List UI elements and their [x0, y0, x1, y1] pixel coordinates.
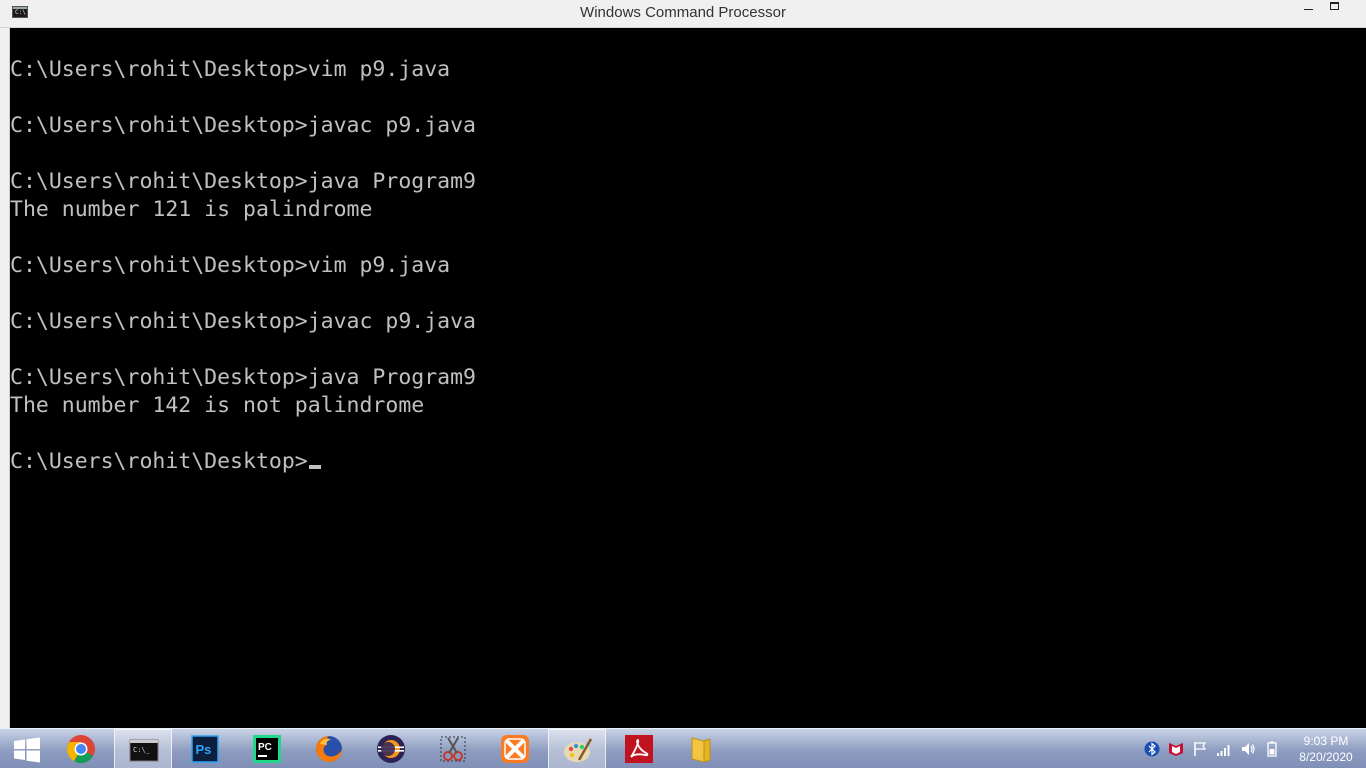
taskbar-photoshop[interactable]: Ps [176, 729, 234, 768]
console-line: The number 121 is palindrome [10, 197, 373, 222]
taskbar-acrobat[interactable] [610, 729, 668, 768]
window-title: Windows Command Processor [580, 4, 786, 21]
taskbar-chrome[interactable] [52, 729, 110, 768]
cmd-icon: C:\_ [129, 739, 159, 762]
battery-icon[interactable] [1264, 741, 1280, 757]
pycharm-icon: PC [253, 735, 281, 763]
taskbar-file-explorer[interactable] [672, 729, 730, 768]
svg-text:Ps: Ps [196, 742, 212, 757]
clock-date: 8/20/2020 [1299, 750, 1353, 764]
taskbar-firefox[interactable] [300, 729, 358, 768]
bluetooth-icon[interactable] [1144, 741, 1160, 757]
console-area[interactable]: C:\Users\rohit\Desktop>vim p9.java C:\Us… [10, 28, 1366, 728]
taskbar-eclipse[interactable] [362, 729, 420, 768]
taskbar-snipping-tool[interactable] [424, 729, 482, 768]
console-line: C:\Users\rohit\Desktop>javac p9.java [10, 113, 476, 138]
svg-text:C:\_: C:\_ [133, 746, 151, 754]
action-center-flag-icon[interactable] [1192, 741, 1208, 757]
taskbar-clock[interactable]: 9:03 PM 8/20/2020 [1290, 733, 1362, 765]
window-left-border [0, 28, 10, 728]
clock-time: 9:03 PM [1303, 734, 1349, 748]
console-line: C:\Users\rohit\Desktop>vim p9.java [10, 253, 451, 278]
console-prompt: C:\Users\rohit\Desktop> [10, 449, 308, 474]
taskbar-pycharm[interactable]: PC [238, 729, 296, 768]
minimize-icon [1304, 9, 1313, 10]
mcafee-icon[interactable] [1168, 741, 1184, 757]
svg-text:PC: PC [258, 742, 272, 753]
acrobat-icon [625, 735, 653, 763]
maximize-icon [1330, 2, 1339, 10]
console-prompt-line[interactable]: C:\Users\rohit\Desktop> [10, 448, 476, 476]
photoshop-icon: Ps [191, 735, 219, 763]
system-tray [1140, 729, 1290, 768]
taskbar-xampp[interactable] [486, 729, 544, 768]
chrome-icon [67, 735, 95, 763]
taskbar-cmd[interactable]: C:\_ [114, 729, 172, 768]
title-bar[interactable]: C:\ Windows Command Processor [0, 0, 1366, 28]
console-line: C:\Users\rohit\Desktop>vim p9.java [10, 57, 451, 82]
start-button[interactable] [4, 729, 48, 768]
taskbar-paint[interactable] [548, 729, 606, 768]
file-explorer-icon [691, 737, 711, 763]
paint-icon [564, 738, 593, 762]
windows-logo-icon [14, 737, 40, 763]
minimize-button[interactable] [1296, 0, 1322, 20]
xampp-icon [501, 735, 529, 763]
snipping-tool-icon [440, 736, 466, 762]
console-line: C:\Users\rohit\Desktop>java Program9 [10, 365, 476, 390]
console-output: C:\Users\rohit\Desktop>vim p9.java C:\Us… [10, 56, 476, 476]
maximize-button[interactable] [1322, 0, 1348, 20]
console-line: C:\Users\rohit\Desktop>java Program9 [10, 169, 476, 194]
eclipse-icon [377, 735, 405, 763]
network-signal-icon[interactable] [1216, 741, 1232, 757]
taskbar: C:\_ Ps PC 9:03 PM 8/20/2020 [0, 728, 1366, 768]
text-cursor [308, 465, 321, 469]
console-line: The number 142 is not palindrome [10, 393, 425, 418]
volume-icon[interactable] [1240, 741, 1256, 757]
firefox-icon [316, 736, 342, 762]
console-line: C:\Users\rohit\Desktop>javac p9.java [10, 309, 476, 334]
